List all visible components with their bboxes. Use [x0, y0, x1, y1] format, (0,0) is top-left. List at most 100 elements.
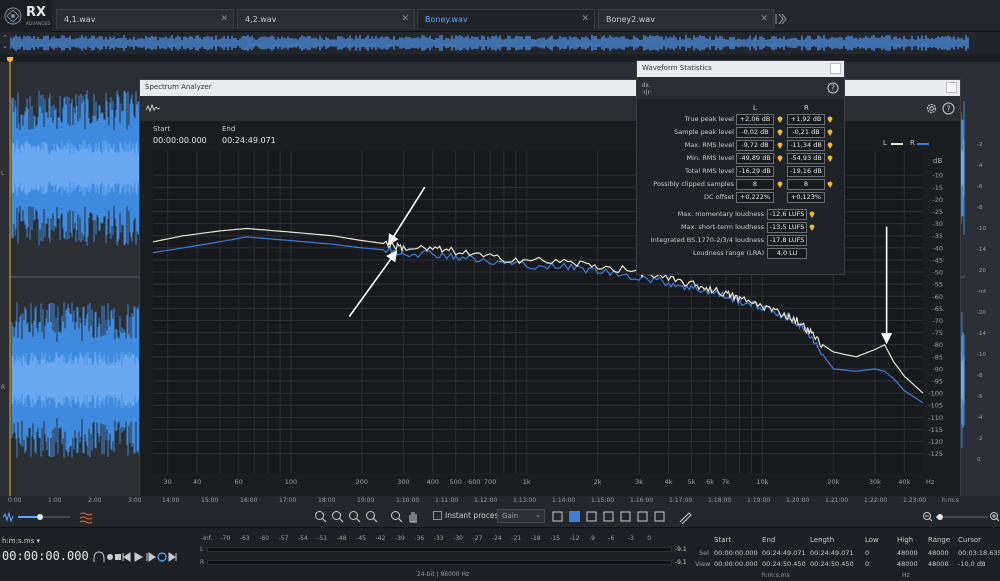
statistic-name: Max. RMS level: [684, 141, 734, 149]
end-value: 00:24:49.071: [222, 136, 276, 145]
cursor-level-field[interactable]: -10,0 dB: [958, 560, 985, 568]
time-format-value: h:m:s.ms: [2, 537, 35, 545]
record-icon[interactable]: [107, 554, 113, 560]
statistics-mode-icon[interactable]: ılıı. ·ı|ı·: [642, 82, 651, 96]
next-icon[interactable]: [168, 552, 177, 562]
zoom-out-icon[interactable]: [330, 509, 345, 524]
view-low-field[interactable]: 0: [865, 560, 869, 568]
ruler-tick-label: 2:00: [88, 497, 102, 504]
instant-process-checkbox[interactable]: [433, 511, 442, 520]
amplitude-tick: -8: [977, 205, 983, 211]
tab-4-2-wav[interactable]: 4,2.wav ✕: [237, 9, 415, 29]
freq-select-icon[interactable]: [584, 509, 599, 524]
view-high-field[interactable]: 48000: [897, 560, 918, 568]
pencil-icon[interactable]: [678, 509, 693, 524]
tab-label: Boney2.wav: [606, 15, 655, 24]
close-icon[interactable]: ✕: [581, 14, 589, 24]
tab-4-1-wav[interactable]: 4,1.wav ✕: [56, 9, 234, 29]
tab-boney-wav[interactable]: Boney.wav ✕: [417, 9, 595, 29]
peak-locate-icon[interactable]: [827, 155, 833, 162]
peak-locate-icon[interactable]: [777, 142, 783, 149]
horizontal-zoom-control[interactable]: [921, 510, 1000, 524]
ruler-tick-label: 1:19:00: [747, 497, 771, 504]
stop-icon[interactable]: [115, 554, 121, 560]
magnify-icon[interactable]: [389, 509, 404, 524]
amplitude-tick: -6: [977, 184, 983, 190]
headphones-icon[interactable]: [93, 551, 105, 562]
harmonic-select-icon[interactable]: [652, 509, 667, 524]
peak-locate-icon[interactable]: [777, 116, 783, 123]
play-selection-icon[interactable]: [146, 552, 156, 562]
peak-locate-icon[interactable]: [827, 181, 833, 188]
tab-overflow-icon[interactable]: [773, 12, 789, 26]
amplitude-tick: -20: [977, 268, 986, 274]
loudness-value: 4,0 LU: [767, 248, 807, 259]
view-start-field[interactable]: 00:00:00.000: [714, 560, 758, 568]
x-axis-label: Hz: [926, 478, 935, 486]
gear-icon[interactable]: [925, 102, 938, 115]
statistics-titlebar[interactable]: Waveform Statistics: [637, 61, 844, 77]
wand-icon[interactable]: [635, 509, 650, 524]
lasso-icon[interactable]: [601, 509, 616, 524]
close-icon[interactable]: ✕: [760, 14, 768, 24]
overview-collapse-icon[interactable]: ⌃ ⌄: [0, 34, 10, 52]
sel-range-field[interactable]: 48000: [928, 549, 949, 557]
statistics-close-button[interactable]: [830, 63, 841, 74]
meter-tick-label: -24: [492, 535, 502, 542]
meter-tick-label: -33: [433, 535, 444, 542]
view-range-field[interactable]: 48000: [928, 560, 949, 568]
view-end-field[interactable]: 00:24:50.450: [762, 560, 806, 568]
hand-icon[interactable]: [406, 509, 421, 524]
sel-length-field[interactable]: 00:24:49.071: [810, 549, 854, 557]
ruler-tick-label: 1:23:00: [903, 497, 927, 504]
peak-locate-icon[interactable]: [777, 129, 783, 136]
peak-locate-icon[interactable]: [777, 181, 783, 188]
peak-locate-icon[interactable]: [777, 155, 783, 162]
peak-locate-icon[interactable]: [809, 224, 815, 231]
previous-icon[interactable]: [122, 552, 131, 562]
tab-boney2-wav[interactable]: Boney2.wav ✕: [598, 9, 774, 29]
time-ruler[interactable]: 0:00 1:00 2:00 3:00 14:00 15:00 16:00 17:00 18:0…: [0, 496, 1000, 506]
view-length-field[interactable]: 00:24:50.450: [810, 560, 854, 568]
logo-text: RX: [26, 5, 47, 20]
waveform-statistics-window[interactable]: Waveform Statistics ılıı. ·ı|ı· ? L R Tru…: [636, 60, 845, 275]
zoom-selection-icon[interactable]: [347, 509, 362, 524]
sel-high-field[interactable]: 48000: [897, 549, 918, 557]
x-tick-label: 40: [193, 478, 201, 486]
rect-select-icon[interactable]: [567, 509, 582, 524]
help-icon[interactable]: ?: [827, 82, 839, 94]
time-format-select[interactable]: h:m:s.ms ▾: [2, 537, 40, 545]
sel-low-field[interactable]: 0: [865, 549, 869, 557]
play-icon[interactable]: [134, 552, 144, 562]
loop-icon[interactable]: [157, 552, 167, 562]
zoom-fit-icon[interactable]: [364, 509, 379, 524]
statistic-value-L: +2,06 dB: [736, 114, 774, 125]
time-select-icon[interactable]: [550, 509, 565, 524]
statistic-value-L: -16,29 dB: [736, 166, 774, 177]
brush-icon[interactable]: [618, 509, 633, 524]
meter-tick-label: -45: [356, 535, 366, 542]
sel-start-field[interactable]: 00:00:00.000: [714, 549, 758, 557]
peak-locate-icon[interactable]: [827, 116, 833, 123]
tab-label: 4,2.wav: [245, 15, 277, 24]
zoom-in-icon[interactable]: [313, 509, 328, 524]
close-icon[interactable]: ✕: [220, 14, 228, 24]
x-tick-label: 6k: [706, 478, 714, 486]
peak-locate-icon[interactable]: [809, 211, 815, 218]
gain-select[interactable]: Gain ⌄: [497, 509, 545, 523]
gain-select-value: Gain: [502, 512, 519, 520]
vertical-zoom-control[interactable]: [0, 510, 100, 524]
x-tick-label: 4k: [665, 478, 673, 486]
spectrum-close-button[interactable]: [946, 82, 957, 93]
cursor-time-field[interactable]: 00:03:18.635: [958, 549, 1000, 557]
peak-locate-icon[interactable]: [827, 142, 833, 149]
help-icon[interactable]: ?: [942, 102, 955, 115]
statistic-value-L: +0,222%: [736, 192, 774, 203]
close-icon[interactable]: ✕: [401, 14, 409, 24]
peak-locate-icon[interactable]: [827, 129, 833, 136]
waveform-mode-icon[interactable]: [146, 103, 160, 113]
izotope-logo-icon: [4, 7, 22, 25]
meter-tick-label: -60: [259, 535, 269, 542]
waveform-overview[interactable]: [0, 32, 1000, 54]
sel-end-field[interactable]: 00:24:49.071: [762, 549, 806, 557]
